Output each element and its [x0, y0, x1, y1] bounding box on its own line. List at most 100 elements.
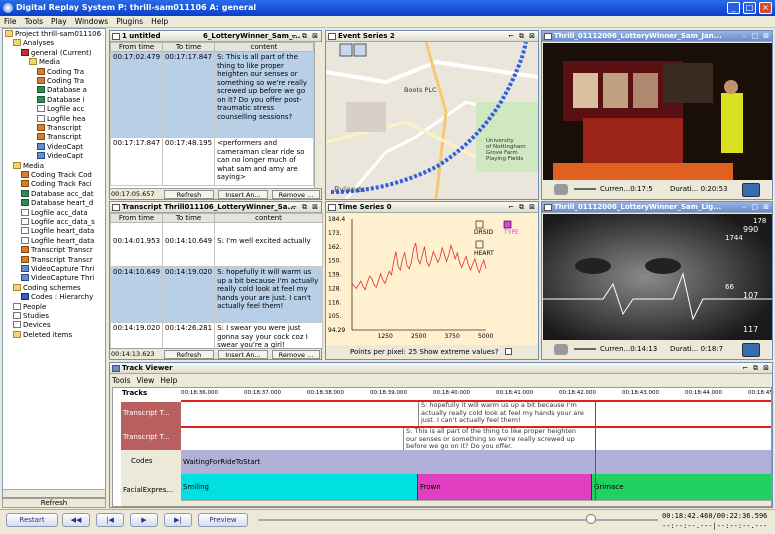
tree-item[interactable]: Transcript [37, 133, 81, 142]
tree-item[interactable]: Logfile heart_data [21, 236, 94, 246]
code-segment[interactable]: WaitingForRideToStart [181, 450, 771, 474]
tree-item[interactable]: Logfile heart_data [21, 227, 94, 236]
snapshot-icon[interactable] [742, 343, 760, 357]
close-panel-icon[interactable]: ⊠ [529, 31, 535, 41]
table-row[interactable]: 00:14:01.953 00:14:10.649 S: I'm well exci… [110, 222, 323, 267]
tree-item[interactable]: Coding schemes [13, 283, 81, 293]
tree-item[interactable]: Database i [37, 95, 85, 105]
track-label[interactable]: FacialExpres... [121, 474, 181, 506]
restore-icon[interactable]: ⌐ [508, 202, 514, 212]
insert-annotation-button[interactable]: Insert An... [218, 350, 268, 359]
close-panel-icon[interactable]: ⊠ [312, 202, 318, 212]
timeline-slider[interactable] [258, 519, 658, 521]
timeline-thumb[interactable] [586, 514, 596, 524]
close-panel-icon[interactable]: ⊠ [763, 363, 769, 373]
tree-item[interactable]: Logfile acc [37, 105, 84, 114]
zoom-out-icon[interactable] [353, 43, 367, 57]
transcript-panel-header[interactable]: Transcript Thrill011106_LotteryWinner_Sa… [110, 202, 321, 213]
facial-segment-frown[interactable]: Frown [418, 474, 592, 500]
undock-icon[interactable]: ⧉ [302, 202, 307, 212]
playhead[interactable] [595, 400, 596, 506]
zoom-in-icon[interactable] [339, 43, 353, 57]
insert-annotation-button[interactable]: Insert An... [218, 190, 268, 199]
tree-scrollbar[interactable] [3, 489, 105, 497]
tree-item[interactable]: Logfile acc_data_s [21, 218, 95, 227]
volume-slider[interactable] [574, 348, 596, 350]
video-frame-2[interactable]: 178 990 1744 66 107 117 [543, 214, 772, 340]
menu-help[interactable]: Help [147, 16, 172, 28]
tree-item[interactable]: People [13, 302, 46, 312]
menu-plugins[interactable]: Plugins [112, 16, 147, 28]
tree-item[interactable]: Transcript Transcr [21, 255, 93, 265]
close-button[interactable]: × [759, 2, 772, 14]
event-series-header[interactable]: Event Series 2 ⌐ ⧉ ⊠ [326, 31, 538, 42]
step-back-icon[interactable]: |◀ [96, 513, 124, 527]
undock-icon[interactable]: ⧉ [519, 31, 524, 41]
speaker-icon[interactable] [554, 184, 568, 195]
step-forward-icon[interactable]: ▶| [164, 513, 192, 527]
track-label[interactable]: Transcript T... [121, 426, 181, 450]
maximize-button[interactable]: □ [743, 2, 756, 14]
tree-item[interactable]: Studies [13, 312, 49, 321]
menu-tools[interactable]: Tools [21, 16, 47, 28]
restart-button[interactable]: Restart [6, 513, 58, 527]
menu-windows[interactable]: Windows [71, 16, 112, 28]
tree-item[interactable]: Logfile hea [37, 114, 85, 124]
tree-item[interactable]: Database acc_dat [21, 189, 94, 199]
undock-icon[interactable]: ⧉ [519, 202, 524, 212]
play-icon[interactable]: ▶ [130, 513, 158, 527]
remove-button[interactable]: Remove ... [272, 350, 320, 359]
tree-item[interactable]: Analyses [13, 39, 54, 48]
tv-menu-tools[interactable]: Tools [112, 376, 130, 385]
facial-segment-smiling[interactable]: Smiling [181, 474, 418, 500]
tree-item[interactable]: Coding Tra [37, 67, 84, 77]
tree-item[interactable]: Project thrill-sam011106 [5, 30, 101, 39]
time-series-header[interactable]: Time Series 0 ⌐ ⧉ ⊠ [326, 202, 538, 213]
tree-item[interactable]: VideoCapt [37, 142, 83, 152]
restore-icon[interactable]: ⌐ [508, 31, 514, 41]
col-from[interactable]: From time [110, 213, 164, 223]
snapshot-icon[interactable] [742, 183, 760, 197]
refresh-button[interactable]: Refresh [164, 190, 214, 199]
track-label[interactable]: Transcript T... [121, 402, 181, 426]
tree-item[interactable]: VideoCapture Thri [21, 274, 94, 283]
tv-menu-view[interactable]: View [136, 376, 154, 385]
tree-item[interactable]: Coding Tra [37, 77, 84, 86]
tree-item[interactable]: Database heart_d [21, 199, 93, 208]
close-panel-icon[interactable]: ⊠ [763, 31, 769, 41]
restore-icon[interactable]: ⌐ [291, 31, 297, 41]
col-to[interactable]: To time [162, 42, 216, 52]
restore-icon[interactable]: ⌐ [742, 363, 748, 373]
col-content[interactable]: content [214, 213, 323, 223]
undock-icon[interactable]: ⧉ [302, 31, 307, 41]
remove-button[interactable]: Remove ... [272, 190, 320, 199]
col-content[interactable]: content [214, 42, 314, 52]
facial-segment-grimace[interactable]: Grimace [592, 474, 771, 500]
vertical-scrollbar[interactable] [314, 42, 322, 188]
close-panel-icon[interactable]: ⊠ [763, 202, 769, 212]
video2-header[interactable]: Thrill_01112006_LotteryWinner_Sam_Lig...… [542, 202, 772, 213]
table-row[interactable]: 00:17:17.847 00:17:48.195 <performers and … [110, 137, 314, 186]
tree-item[interactable]: Devices [13, 321, 51, 330]
track-label[interactable]: Codes [121, 450, 181, 474]
tree-item[interactable]: VideoCapture Thri [21, 265, 94, 274]
table-row[interactable]: 00:17:02.479 00:17:17.847 S: This is all p… [110, 51, 314, 138]
tv-menu-help[interactable]: Help [160, 376, 177, 385]
close-panel-icon[interactable]: ⊠ [529, 202, 535, 212]
tree-item[interactable]: Logfile acc_data [21, 208, 88, 218]
minimize-icon[interactable]: – [743, 202, 747, 212]
volume-slider[interactable] [574, 188, 596, 190]
preview-button[interactable]: Preview [198, 513, 248, 527]
undock-icon[interactable]: ⧉ [753, 363, 758, 373]
speaker-icon[interactable] [554, 344, 568, 355]
table-row[interactable]: 00:14:19.020 00:14:26.281 S: I swear you w… [110, 322, 323, 348]
tree-item[interactable]: Transcript [37, 124, 81, 133]
project-tree[interactable]: Project thrill-sam011106 Analyses general … [2, 28, 106, 498]
refresh-button[interactable]: Refresh [164, 350, 214, 359]
tree-refresh-button[interactable]: Refresh [2, 498, 106, 508]
menu-file[interactable]: File [0, 16, 21, 28]
show-extreme-checkbox[interactable] [504, 348, 512, 355]
col-to[interactable]: To time [162, 213, 216, 223]
tree-item[interactable]: Coding Track Cod [21, 171, 92, 180]
tree-item[interactable]: Coding Track Faci [21, 180, 92, 189]
